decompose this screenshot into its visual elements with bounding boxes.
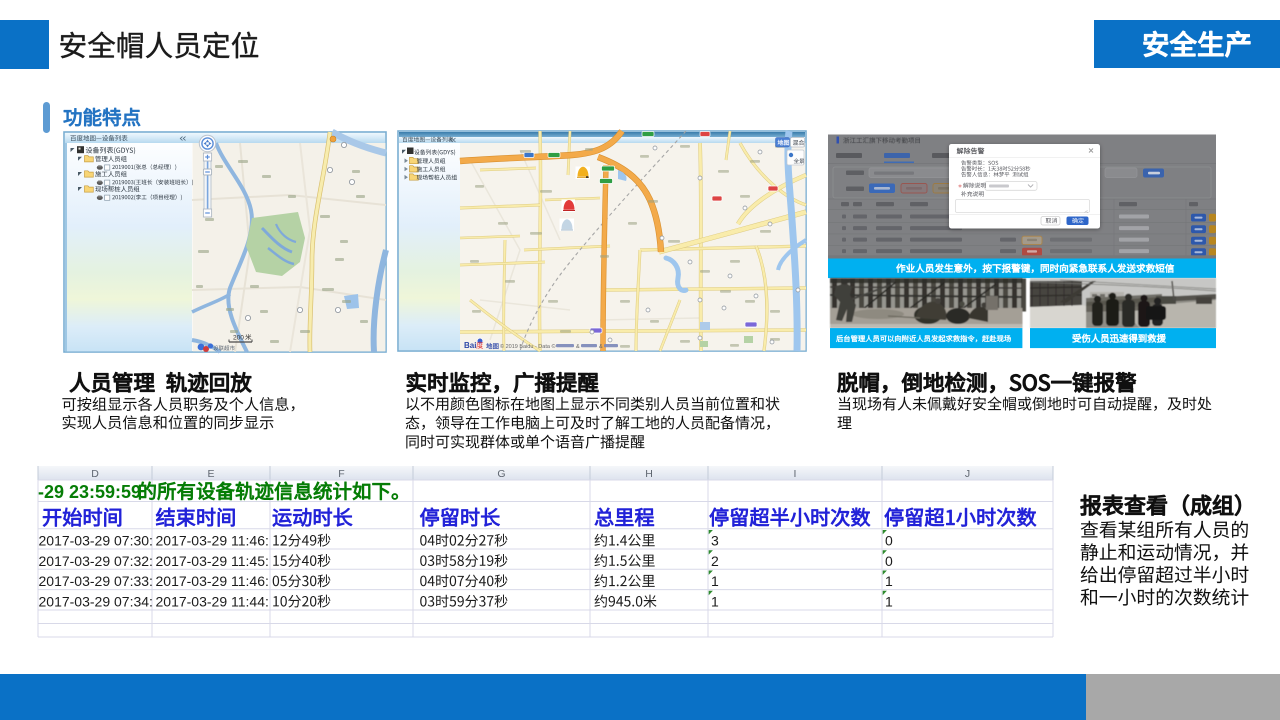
svg-text:2017-03-29 11:46:: 2017-03-29 11:46: [156,573,269,589]
svg-text:&: & [599,344,603,350]
svg-text:E: E [207,468,214,480]
svg-text:0: 0 [885,533,893,549]
svg-text:I: I [794,468,797,480]
svg-text:2017-03-29 11:44:: 2017-03-29 11:44: [156,593,269,609]
svg-text:1: 1 [711,593,719,609]
svg-text:2017-03-29 11:46:: 2017-03-29 11:46: [156,533,269,549]
svg-text:J: J [965,468,970,480]
svg-text:2: 2 [711,553,719,569]
svg-text:2017-03-29 07:30:: 2017-03-29 07:30: [39,533,153,549]
svg-text:-29 23:59:59: -29 23:59:59 [38,482,141,502]
svg-text:&: & [576,344,580,350]
svg-text:D: D [91,468,99,480]
svg-text:2017-03-29 11:45:: 2017-03-29 11:45: [156,553,269,569]
svg-text:2017-03-29 07:32:: 2017-03-29 07:32: [39,553,153,569]
svg-text:2017-03-29 07:34:: 2017-03-29 07:34: [39,593,153,609]
svg-text:1: 1 [885,593,893,609]
svg-text:© 2019 Baidu - Data ©: © 2019 Baidu - Data © [500,343,556,350]
svg-text:Bai: Bai [464,341,476,350]
svg-text:0: 0 [885,553,893,569]
svg-text:1: 1 [711,573,719,589]
svg-text:2017-03-29 07:33:: 2017-03-29 07:33: [39,573,153,589]
svg-text:1: 1 [885,573,893,589]
svg-text:H: H [645,468,653,480]
svg-text:F: F [338,468,344,480]
svg-text:G: G [497,468,505,480]
svg-text:200: 200 [233,335,244,342]
svg-text:3: 3 [711,533,719,549]
